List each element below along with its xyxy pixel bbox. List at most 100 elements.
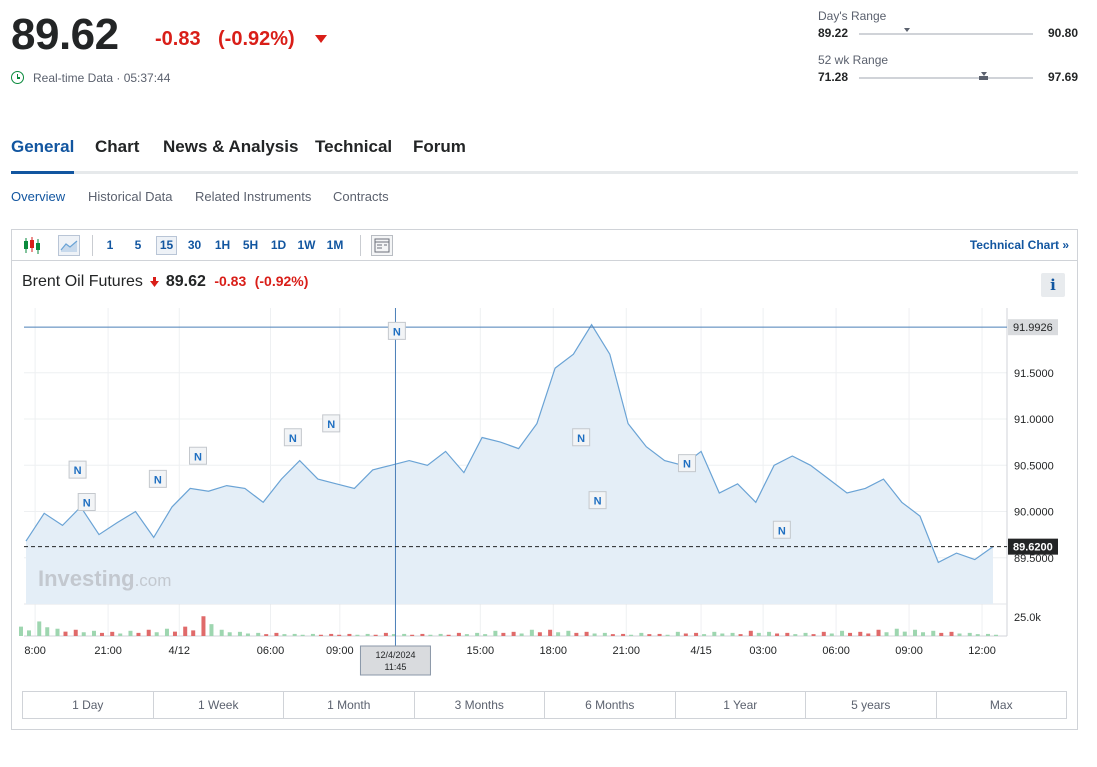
volume-bar — [45, 627, 50, 636]
volume-bar — [775, 633, 780, 636]
tab-general[interactable]: General — [11, 137, 75, 174]
volume-bar — [183, 626, 188, 636]
volume-bar — [282, 634, 287, 636]
news-marker-label: N — [683, 459, 691, 471]
chart-panel: 1 5 15 30 1H 5H 1D 1W 1M Technical Chart… — [11, 229, 1078, 730]
volume-bar — [858, 631, 863, 636]
subtab-related-instruments[interactable]: Related Instruments — [195, 189, 311, 204]
last-price: 89.62 — [11, 10, 119, 59]
volume-bar — [337, 634, 342, 636]
crosshair-date-label: 12/4/2024 — [375, 650, 415, 660]
volume-bar — [310, 633, 315, 636]
volume-bar — [566, 630, 571, 636]
news-marker-label: N — [194, 451, 202, 463]
volume-bar — [730, 632, 735, 636]
news-marker-label: N — [577, 433, 585, 445]
volume-bar — [292, 633, 297, 636]
volume-bar — [949, 631, 954, 636]
volume-bar — [537, 632, 542, 636]
volume-bar — [55, 628, 60, 636]
volume-bar — [420, 633, 425, 636]
volume-bar — [191, 630, 196, 636]
x-tick-label: 4/12 — [169, 645, 190, 657]
x-tick-label: 21:00 — [94, 645, 122, 657]
52wk-range-low: 71.28 — [818, 70, 849, 84]
volume-bar — [19, 626, 23, 636]
volume-bar — [110, 631, 115, 636]
volume-bar — [81, 632, 86, 636]
y-tick-label: 90.0000 — [1014, 507, 1054, 519]
period-1-week[interactable]: 1 Week — [154, 692, 284, 718]
x-tick-label: 21:00 — [613, 645, 641, 657]
volume-bar — [738, 634, 743, 636]
days-range-title: Day's Range — [818, 9, 887, 23]
volume-bar — [821, 631, 826, 636]
volume-bar — [556, 632, 561, 636]
volume-bar — [931, 630, 936, 636]
x-tick-label: 06:00 — [822, 645, 850, 657]
price-chart[interactable]: Investing.com91.500091.000090.500090.000… — [12, 230, 1077, 690]
volume-bar — [410, 634, 415, 636]
days-range: Day's Range 89.22 90.80 — [818, 9, 1078, 42]
volume-bar — [464, 634, 469, 636]
subtab-overview[interactable]: Overview — [11, 189, 65, 204]
x-tick-label: 8:00 — [24, 645, 45, 657]
volume-bar — [584, 631, 589, 636]
volume-bar — [647, 634, 652, 636]
subtab-contracts[interactable]: Contracts — [333, 189, 389, 204]
news-marker-label: N — [74, 465, 82, 477]
subtab-historical-data[interactable]: Historical Data — [88, 189, 173, 204]
main-tabs: General Chart News & Analysis Technical … — [11, 137, 1078, 174]
period-6-months[interactable]: 6 Months — [545, 692, 676, 718]
volume-bar — [876, 629, 881, 636]
volume-bar — [37, 621, 42, 636]
volume-bar — [446, 634, 451, 636]
volume-bar — [264, 634, 269, 636]
volume-bar — [73, 629, 78, 636]
tab-news-analysis[interactable]: News & Analysis — [163, 137, 298, 174]
volume-bar — [136, 632, 141, 636]
52wk-range-track — [859, 72, 1033, 80]
tab-chart[interactable]: Chart — [95, 137, 139, 174]
52wk-range-high: 97.69 — [1047, 70, 1078, 84]
period-5-years[interactable]: 5 years — [806, 692, 937, 718]
y-tick-label: 91.0000 — [1014, 414, 1054, 426]
last-price-label: 89.6200 — [1013, 542, 1053, 554]
x-tick-label: 09:00 — [895, 645, 923, 657]
days-range-low: 89.22 — [818, 26, 849, 40]
watermark-logo-suffix: .com — [135, 571, 172, 590]
x-tick-label: 12:00 — [968, 645, 996, 657]
volume-bar — [402, 633, 407, 636]
caret-down-icon — [315, 35, 327, 43]
volume-bar — [274, 632, 279, 636]
tab-technical[interactable]: Technical — [315, 137, 392, 174]
volume-bar — [785, 632, 790, 636]
volume-bar — [329, 633, 334, 636]
period-3-months[interactable]: 3 Months — [415, 692, 545, 718]
news-marker-label: N — [154, 474, 162, 486]
volume-bar — [318, 634, 323, 636]
volume-bar — [209, 624, 214, 636]
volume-tick-label: 25.0k — [1014, 612, 1041, 624]
volume-bar — [665, 634, 670, 636]
period-1-month[interactable]: 1 Month — [284, 692, 415, 718]
days-range-marker — [904, 28, 911, 32]
volume-bar — [629, 634, 634, 636]
volume-bar — [884, 632, 889, 636]
volume-bar — [621, 633, 626, 636]
period-max[interactable]: Max — [937, 692, 1067, 718]
volume-bar — [365, 633, 370, 636]
volume-bar — [99, 632, 104, 636]
volume-bar — [939, 632, 944, 636]
volume-bar — [154, 632, 159, 636]
period-1-day[interactable]: 1 Day — [23, 692, 154, 718]
volume-bar — [201, 616, 206, 636]
volume-bar — [574, 632, 579, 636]
volume-bar — [383, 632, 388, 636]
volume-bar — [829, 633, 834, 636]
crosshair-time-label: 11:45 — [385, 662, 407, 672]
tab-forum[interactable]: Forum — [413, 137, 466, 174]
days-range-track — [859, 28, 1033, 35]
period-1-year[interactable]: 1 Year — [676, 692, 806, 718]
y-tick-label: 91.5000 — [1014, 368, 1054, 380]
